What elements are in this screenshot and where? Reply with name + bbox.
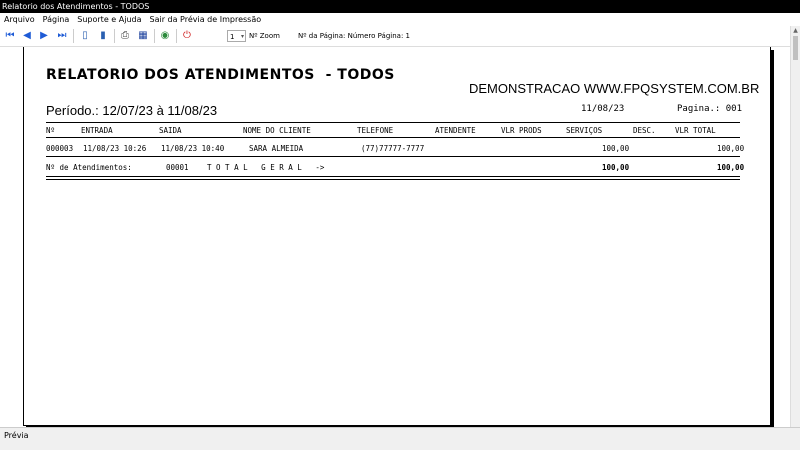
col-header-saida: SAIDA	[159, 126, 182, 135]
zoom-select[interactable]: 1 ▾	[227, 30, 246, 42]
page-number-label: Nº da Página: Número Página: 1	[298, 32, 410, 40]
next-page-icon[interactable]: ▶	[37, 29, 51, 43]
col-header-telefone: TELEFONE	[357, 126, 394, 135]
row-vlr-total: 100,00	[717, 144, 745, 153]
toolbar: ⏮ ◀ ▶ ⏭ ▯ ▮ ⎙ ▦ ◉ ⏻ 1 ▾ Nº Zoom Nº da Pág…	[0, 26, 800, 47]
row-telefone: (77)77777-7777	[361, 144, 425, 153]
footer-count: 00001	[166, 163, 189, 172]
col-header-vlr-total: VLR TOTAL	[675, 126, 716, 135]
col-header-atendente: ATENDENTE	[435, 126, 476, 135]
footer-rule-bottom	[46, 179, 740, 180]
header-rule-bottom	[46, 137, 740, 138]
menu-suporte-ajuda[interactable]: Suporte e Ajuda	[73, 13, 145, 26]
menu-arquivo[interactable]: Arquivo	[0, 13, 39, 26]
col-header-servicos: SERVIÇOS	[566, 126, 603, 135]
previous-page-icon[interactable]: ◀	[20, 29, 34, 43]
report-date: 11/08/23	[581, 104, 625, 114]
scroll-up-icon[interactable]: ▲	[791, 26, 800, 35]
status-bar: Prévia	[0, 427, 800, 450]
row-servicos: 100,00	[602, 144, 630, 153]
menu-pagina[interactable]: Página	[39, 13, 74, 26]
last-page-icon[interactable]: ⏭	[55, 29, 69, 43]
row-rule	[46, 156, 740, 157]
report-page-number: Pagina.: 001	[677, 104, 743, 114]
footer-rule-top	[46, 176, 740, 177]
row-cliente: SARA ALMEIDA	[249, 144, 304, 153]
row-num: 000003	[46, 144, 74, 153]
report-title: RELATORIO DOS ATENDIMENTOS - TODOS	[46, 67, 395, 83]
single-page-icon[interactable]: ▯	[78, 29, 92, 43]
col-header-vlr-prods: VLR PRODS	[501, 126, 542, 135]
status-text: Prévia	[4, 431, 29, 440]
row-saida: 11/08/23 10:40	[161, 144, 225, 153]
footer-total-label: T O T A L G E R A L ->	[207, 163, 325, 172]
company-name: DEMONSTRACAO WWW.FPQSYSTEM.COM.BR	[469, 81, 760, 96]
menu-bar: Arquivo Página Suporte e Ajuda Sair da Prév…	[0, 13, 800, 26]
footer-count-label: Nº de Atendimentos:	[46, 163, 132, 172]
export-icon[interactable]: ▦	[136, 29, 150, 43]
col-header-cliente: NOME DO CLIENTE	[243, 126, 311, 135]
menu-sair-previa[interactable]: Sair da Prévia de Impressão	[146, 13, 266, 26]
report-period: Período.: 12/07/23 à 11/08/23	[46, 103, 218, 118]
row-entrada: 11/08/23 10:26	[83, 144, 147, 153]
col-header-entrada: ENTRADA	[81, 126, 113, 135]
col-header-num: Nº	[46, 126, 56, 135]
col-header-desc: DESC.	[633, 126, 656, 135]
vertical-scrollbar[interactable]: ▲	[790, 26, 800, 427]
report-page: RELATORIO DOS ATENDIMENTOS - TODOS DEMON…	[23, 47, 771, 426]
footer-servicos-total: 100,00	[602, 163, 630, 172]
preview-area[interactable]: RELATORIO DOS ATENDIMENTOS - TODOS DEMON…	[0, 47, 790, 427]
window-title: Relatorio dos Atendimentos - TODOS	[0, 0, 800, 13]
zoom-label: Nº Zoom	[249, 32, 280, 40]
close-preview-icon[interactable]: ⏻	[180, 29, 194, 43]
chevron-down-icon: ▾	[240, 33, 244, 40]
web-export-icon[interactable]: ◉	[158, 29, 172, 43]
footer-vlr-total: 100,00	[717, 163, 745, 172]
two-pages-icon[interactable]: ▮	[96, 29, 110, 43]
header-rule-top	[46, 122, 740, 123]
first-page-icon[interactable]: ⏮	[3, 29, 17, 43]
print-icon[interactable]: ⎙	[118, 29, 132, 43]
zoom-value: 1	[230, 33, 235, 41]
scroll-thumb[interactable]	[793, 36, 798, 60]
